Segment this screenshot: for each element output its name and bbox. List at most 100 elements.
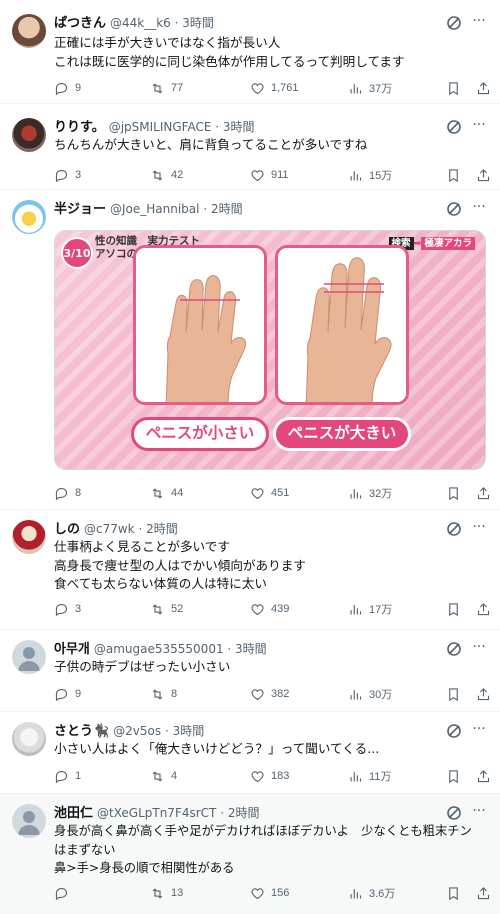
retweet-button[interactable]: 44 [150,484,183,502]
reply-button[interactable]: 1 [54,767,81,785]
reply-button[interactable]: 3 [54,600,81,618]
grok-icon[interactable] [446,521,462,537]
hand-illustration [278,248,406,402]
user-handle[interactable]: @c77wk [84,522,135,536]
more-icon[interactable]: ··· [468,520,490,537]
views-button[interactable]: 15万 [348,166,392,184]
like-button[interactable]: 911 [250,166,289,184]
display-name[interactable]: 아무개 [54,642,90,657]
display-name[interactable]: りりす。 [54,120,105,135]
timestamp[interactable]: 2時間 [228,806,260,820]
more-icon[interactable]: ··· [468,118,490,135]
bookmark-button[interactable] [446,685,461,703]
display-name[interactable]: さとう🐈‍⬛ [54,724,109,739]
reply-icon [55,82,68,95]
reply-button[interactable] [54,884,75,902]
views-button[interactable]: 37万 [348,79,392,97]
share-icon [477,602,490,615]
user-handle[interactable]: @44k__k6 [110,16,171,30]
avatar[interactable] [12,200,46,234]
tweet[interactable]: 池田仁 @tXeGLpTn7F4srCT · 2時間 ··· 身長が高く鼻が高く… [0,794,500,914]
bookmark-button[interactable] [446,79,461,97]
avatar[interactable] [12,722,46,756]
timestamp[interactable]: 3時間 [173,724,205,738]
like-button[interactable]: 1,761 [250,79,299,97]
retweet-button[interactable]: 4 [150,767,177,785]
user-handle[interactable]: @jpSMILINGFACE [109,120,212,134]
like-button[interactable]: 183 [250,767,289,785]
bookmark-button[interactable] [446,884,461,902]
label-big: ペニスが大きい [273,417,411,451]
share-button[interactable] [476,166,491,184]
share-button[interactable] [476,484,491,502]
avatar[interactable] [12,804,46,838]
views-button[interactable]: 11万 [348,767,391,785]
views-icon [350,888,362,898]
grok-icon[interactable] [446,805,462,821]
timestamp[interactable]: 3時間 [182,16,214,30]
tweet[interactable]: ぱつきん @44k__k6 · 3時間 ··· 正確には手が大きいではなく指が長… [0,0,500,104]
bookmark-button[interactable] [446,767,461,785]
display-name[interactable]: ぱつきん [54,16,106,31]
share-button[interactable] [476,600,491,618]
more-icon[interactable]: ··· [468,722,490,739]
more-icon[interactable]: ··· [468,640,490,657]
retweet-button[interactable]: 52 [150,600,183,618]
display-name[interactable]: しの [54,522,80,537]
reply-button[interactable]: 3 [54,166,81,184]
user-handle[interactable]: @Joe_Hannibal [110,202,200,216]
avatar[interactable] [12,118,46,152]
avatar[interactable] [12,640,46,674]
avatar[interactable] [12,520,46,554]
retweet-button[interactable]: 8 [150,685,177,703]
user-handle[interactable]: @2v5os [113,724,161,738]
grok-icon[interactable] [446,15,462,31]
grok-icon[interactable] [446,641,462,657]
more-icon[interactable]: ··· [468,14,490,31]
bookmark-button[interactable] [446,600,461,618]
bookmark-button[interactable] [446,484,461,502]
views-button[interactable]: 30万 [348,685,392,703]
timestamp[interactable]: 2時間 [211,202,243,216]
tweet[interactable]: りりす。 @jpSMILINGFACE · 3時間 ··· ちんちんが大きいと、… [0,104,500,190]
like-button[interactable]: 451 [250,484,289,502]
grok-icon[interactable] [446,723,462,739]
grok-icon[interactable] [446,201,462,217]
tweet[interactable]: 半ジョー @Joe_Hannibal · 2時間 ··· 3/10 性の知識 実… [0,190,500,510]
avatar[interactable] [12,14,46,48]
user-handle[interactable]: @amugae535550001 [94,642,224,656]
display-name[interactable]: 半ジョー [54,202,106,217]
timestamp[interactable]: 3時間 [235,642,267,656]
retweet-button[interactable]: 42 [150,166,183,184]
user-handle[interactable]: @tXeGLpTn7F4srCT [97,806,216,820]
share-button[interactable] [476,767,491,785]
tweet[interactable]: 아무개 @amugae535550001 · 3時間 ··· 子供の時デブはぜっ… [0,630,500,712]
reply-button[interactable]: 9 [54,79,81,97]
retweet-button[interactable]: 13 [150,884,183,902]
more-icon[interactable]: ··· [468,804,490,821]
retweet-icon [152,887,163,899]
like-button[interactable]: 382 [250,685,289,703]
tweet[interactable]: しの @c77wk · 2時間 ··· 仕事柄よく見ることが多いです 高身長で痩… [0,510,500,630]
like-button[interactable]: 156 [250,884,289,902]
reply-button[interactable]: 9 [54,685,81,703]
timestamp[interactable]: 2時間 [146,522,178,536]
more-icon[interactable]: ··· [468,200,490,217]
bookmark-icon [449,687,458,701]
tweet-image[interactable]: 3/10 性の知識 実力テスト アソコの大きさを見破る方法 検索➡極凄アカラ ペ… [54,230,486,470]
heart-icon [251,169,264,181]
share-button[interactable] [476,685,491,703]
display-name[interactable]: 池田仁 [54,806,93,821]
retweet-button[interactable]: 77 [150,79,183,97]
like-button[interactable]: 439 [250,600,289,618]
views-button[interactable]: 17万 [348,600,392,618]
views-button[interactable]: 3.6万 [348,884,395,902]
grok-icon[interactable] [446,119,462,135]
bookmark-button[interactable] [446,166,461,184]
reply-button[interactable]: 8 [54,484,81,502]
views-button[interactable]: 32万 [348,484,392,502]
share-button[interactable] [476,79,491,97]
tweet[interactable]: さとう🐈‍⬛ @2v5os · 3時間 ··· 小さい人はよく「俺大きいけどどう… [0,712,500,794]
share-button[interactable] [476,884,491,902]
timestamp[interactable]: 3時間 [223,120,255,134]
